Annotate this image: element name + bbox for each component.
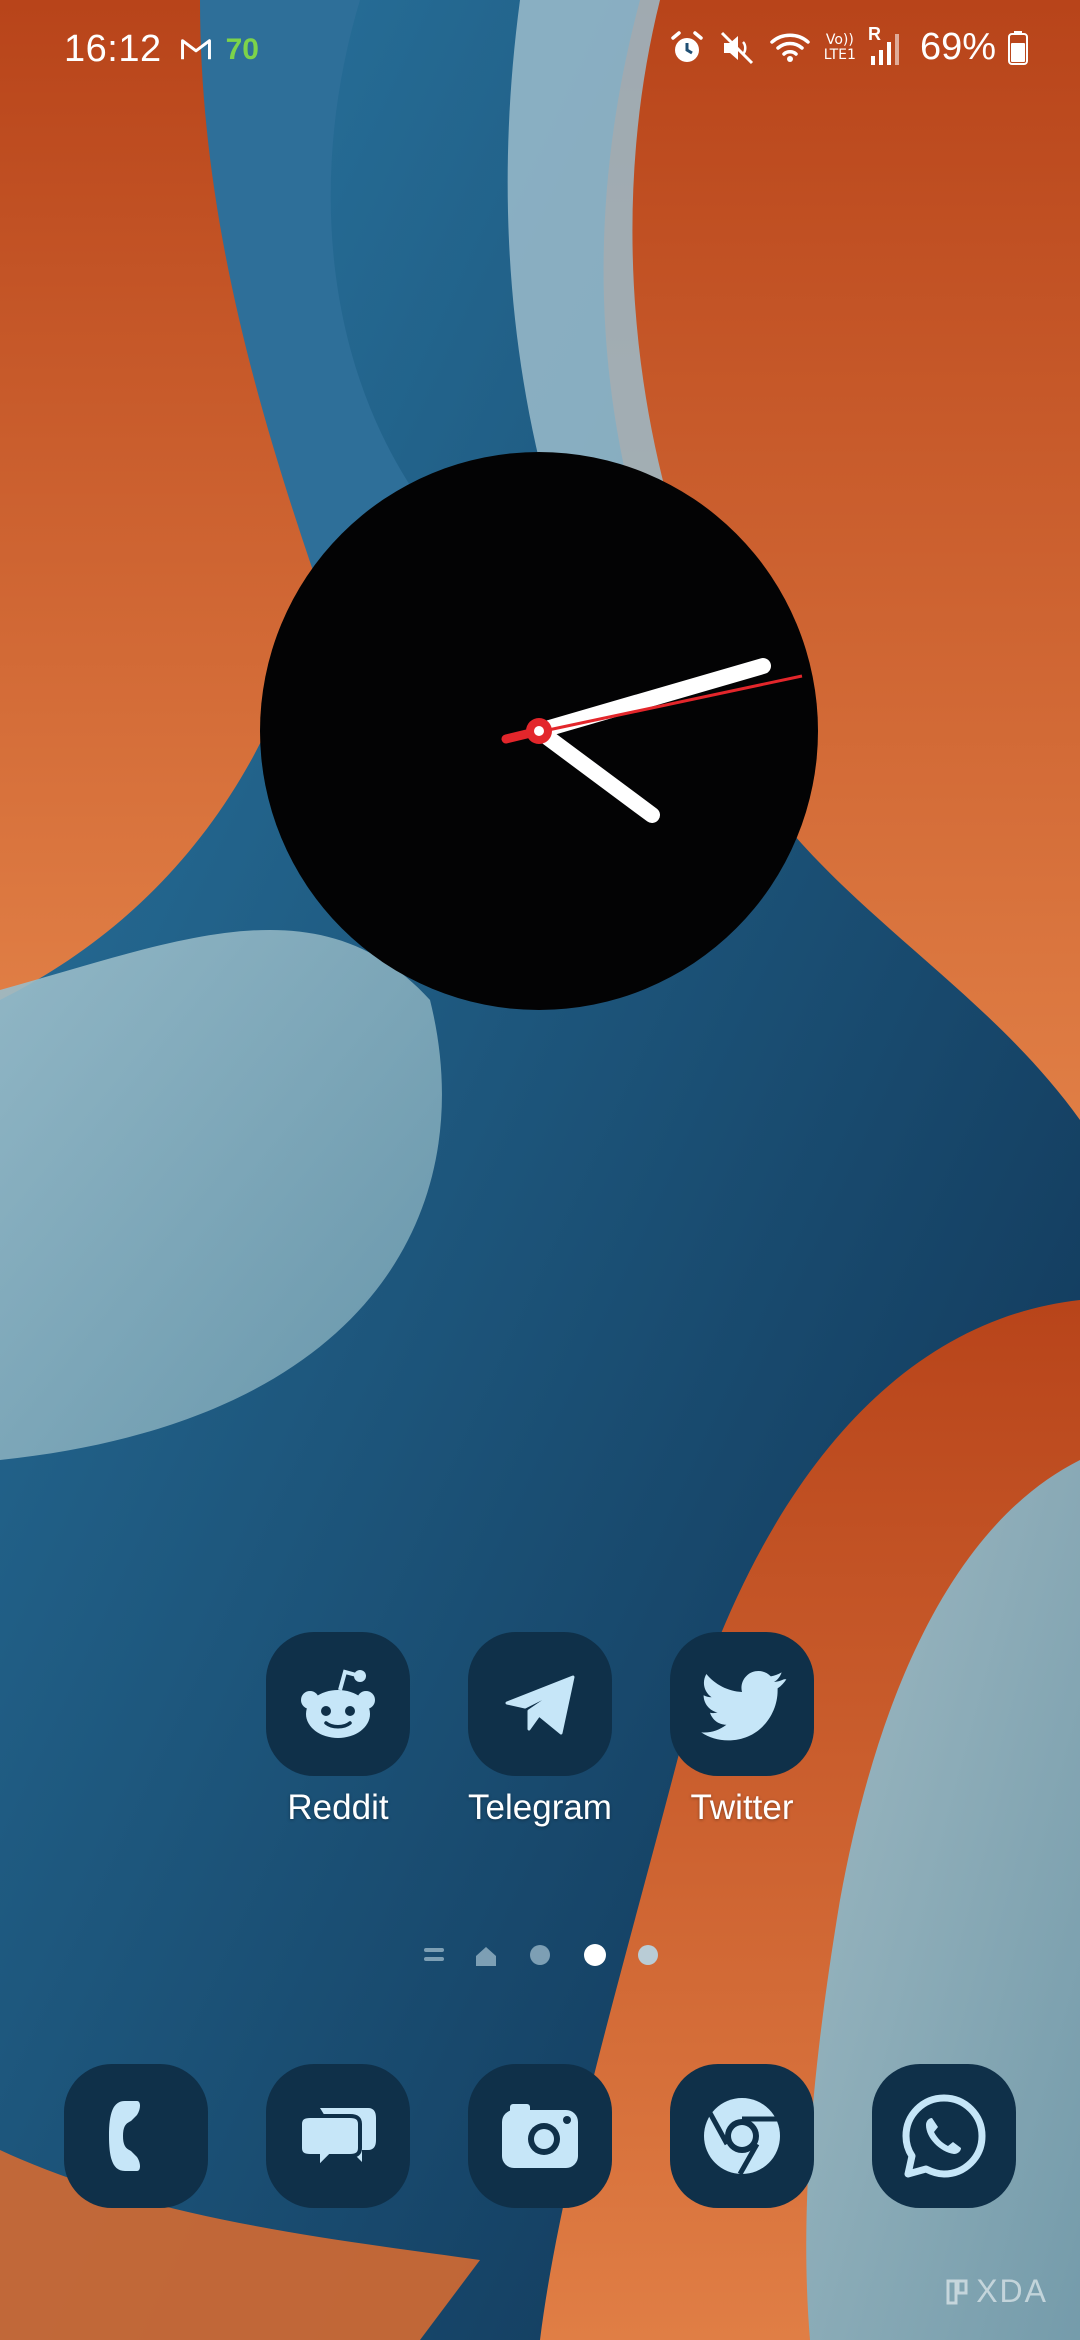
- dock-chrome[interactable]: [670, 2064, 814, 2208]
- page-indicator[interactable]: [418, 1940, 668, 1970]
- dock-whatsapp[interactable]: [872, 2064, 1016, 2208]
- dock-messages[interactable]: [266, 2064, 410, 2208]
- chrome-icon: [704, 2098, 780, 2176]
- analog-clock-widget[interactable]: [260, 452, 818, 1010]
- reddit-icon: [266, 1632, 410, 1776]
- xda-logo-icon: [946, 2279, 968, 2304]
- status-time: 16:12: [64, 28, 162, 70]
- minute-hand: [531, 658, 771, 739]
- xda-watermark: XDA: [944, 2273, 1048, 2310]
- home-icon[interactable]: [474, 1945, 498, 1967]
- watermark-text: XDA: [976, 2273, 1048, 2309]
- notification-badge: 70: [225, 32, 259, 66]
- battery-percent: 69%: [919, 26, 996, 68]
- signal-icon: R: [868, 24, 902, 68]
- mute-icon: [720, 31, 753, 64]
- dock-camera[interactable]: [468, 2064, 612, 2208]
- status-bar-left: 16:12 70: [64, 28, 259, 71]
- page-dot-active[interactable]: [584, 1944, 606, 1966]
- clock-face: [501, 658, 803, 823]
- app-label: Reddit: [287, 1788, 389, 1827]
- alarm-icon: [671, 30, 703, 62]
- app-label: Telegram: [468, 1788, 612, 1827]
- gmail-icon: [180, 38, 211, 59]
- wifi-icon: [770, 33, 810, 62]
- messages-icon: [298, 2108, 376, 2173]
- app-reddit[interactable]: Reddit: [248, 1632, 428, 1828]
- page-dot[interactable]: [530, 1945, 550, 1965]
- whatsapp-icon: [902, 2094, 986, 2178]
- volte-label: Vo)): [825, 31, 854, 48]
- camera-icon: [502, 2104, 578, 2168]
- app-label: Twitter: [690, 1788, 794, 1827]
- lte-label: LTE1: [823, 46, 856, 63]
- app-drawer-handle-icon[interactable]: [422, 1945, 446, 1965]
- battery-icon: [1008, 30, 1028, 65]
- dock-phone[interactable]: [64, 2064, 208, 2208]
- hour-hand: [531, 723, 660, 823]
- phone-icon: [109, 2101, 140, 2171]
- page-dot[interactable]: [638, 1945, 658, 1965]
- volte-icon: Vo)) LTE1: [823, 31, 856, 63]
- status-bar: 16:12 70 Vo)) LTE1 R 69%: [0, 0, 1080, 110]
- wallpaper: [0, 0, 1080, 2340]
- telegram-icon: [468, 1632, 612, 1776]
- app-twitter[interactable]: Twitter: [652, 1632, 832, 1828]
- twitter-icon: [670, 1632, 814, 1776]
- status-bar-right: Vo)) LTE1 R 69%: [668, 24, 1028, 69]
- app-telegram[interactable]: Telegram: [450, 1632, 630, 1828]
